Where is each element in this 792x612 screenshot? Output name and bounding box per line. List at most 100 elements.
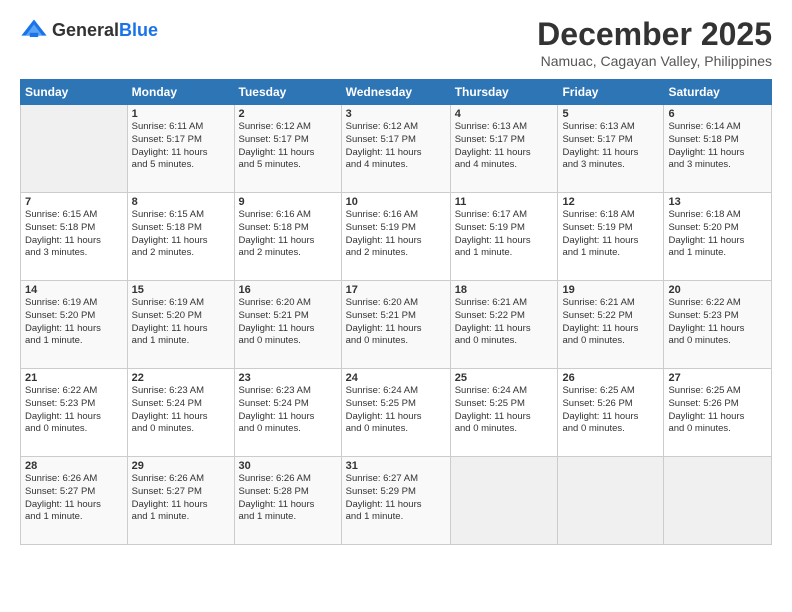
day-number: 15 <box>132 284 230 296</box>
day-number: 23 <box>239 372 337 384</box>
day-number: 3 <box>346 108 446 120</box>
calendar-cell: 11Sunrise: 6:17 AMSunset: 5:19 PMDayligh… <box>450 193 558 281</box>
calendar-header-row: Sunday Monday Tuesday Wednesday Thursday… <box>21 80 772 105</box>
day-info: Sunrise: 6:27 AMSunset: 5:29 PMDaylight:… <box>346 473 446 524</box>
day-info: Sunrise: 6:26 AMSunset: 5:27 PMDaylight:… <box>132 473 230 524</box>
day-number: 24 <box>346 372 446 384</box>
col-wednesday: Wednesday <box>341 80 450 105</box>
day-number: 29 <box>132 460 230 472</box>
day-info: Sunrise: 6:20 AMSunset: 5:21 PMDaylight:… <box>239 297 337 348</box>
day-info: Sunrise: 6:26 AMSunset: 5:28 PMDaylight:… <box>239 473 337 524</box>
day-info: Sunrise: 6:17 AMSunset: 5:19 PMDaylight:… <box>455 209 554 260</box>
col-friday: Friday <box>558 80 664 105</box>
calendar-cell <box>664 457 772 545</box>
day-info: Sunrise: 6:23 AMSunset: 5:24 PMDaylight:… <box>132 385 230 436</box>
day-number: 1 <box>132 108 230 120</box>
day-info: Sunrise: 6:18 AMSunset: 5:20 PMDaylight:… <box>668 209 767 260</box>
month-title: December 2025 <box>537 16 772 53</box>
calendar-cell <box>21 105 128 193</box>
day-number: 14 <box>25 284 123 296</box>
day-info: Sunrise: 6:23 AMSunset: 5:24 PMDaylight:… <box>239 385 337 436</box>
calendar-cell: 12Sunrise: 6:18 AMSunset: 5:19 PMDayligh… <box>558 193 664 281</box>
day-number: 31 <box>346 460 446 472</box>
calendar-cell: 24Sunrise: 6:24 AMSunset: 5:25 PMDayligh… <box>341 369 450 457</box>
day-info: Sunrise: 6:22 AMSunset: 5:23 PMDaylight:… <box>25 385 123 436</box>
title-block: December 2025 Namuac, Cagayan Valley, Ph… <box>537 16 772 69</box>
day-info: Sunrise: 6:12 AMSunset: 5:17 PMDaylight:… <box>346 121 446 172</box>
day-number: 9 <box>239 196 337 208</box>
day-number: 25 <box>455 372 554 384</box>
calendar-cell: 7Sunrise: 6:15 AMSunset: 5:18 PMDaylight… <box>21 193 128 281</box>
col-sunday: Sunday <box>21 80 128 105</box>
calendar-cell: 26Sunrise: 6:25 AMSunset: 5:26 PMDayligh… <box>558 369 664 457</box>
day-info: Sunrise: 6:16 AMSunset: 5:19 PMDaylight:… <box>346 209 446 260</box>
calendar-cell: 29Sunrise: 6:26 AMSunset: 5:27 PMDayligh… <box>127 457 234 545</box>
logo-text: GeneralBlue <box>52 20 158 41</box>
calendar-cell: 20Sunrise: 6:22 AMSunset: 5:23 PMDayligh… <box>664 281 772 369</box>
day-info: Sunrise: 6:11 AMSunset: 5:17 PMDaylight:… <box>132 121 230 172</box>
logo-icon <box>20 16 48 44</box>
day-info: Sunrise: 6:21 AMSunset: 5:22 PMDaylight:… <box>455 297 554 348</box>
day-number: 21 <box>25 372 123 384</box>
day-info: Sunrise: 6:24 AMSunset: 5:25 PMDaylight:… <box>455 385 554 436</box>
calendar-cell <box>450 457 558 545</box>
logo: GeneralBlue <box>20 16 158 44</box>
calendar-cell: 9Sunrise: 6:16 AMSunset: 5:18 PMDaylight… <box>234 193 341 281</box>
col-saturday: Saturday <box>664 80 772 105</box>
calendar-cell <box>558 457 664 545</box>
day-number: 7 <box>25 196 123 208</box>
calendar-week-5: 28 Sunrise: 6:26 AMSunset: 5:27 PMDayligh… <box>21 457 772 545</box>
calendar-week-4: 21Sunrise: 6:22 AMSunset: 5:23 PMDayligh… <box>21 369 772 457</box>
day-number: 30 <box>239 460 337 472</box>
calendar-cell: 23Sunrise: 6:23 AMSunset: 5:24 PMDayligh… <box>234 369 341 457</box>
calendar-week-2: 7Sunrise: 6:15 AMSunset: 5:18 PMDaylight… <box>21 193 772 281</box>
day-info: Sunrise: 6:13 AMSunset: 5:17 PMDaylight:… <box>455 121 554 172</box>
logo-general: General <box>52 20 119 40</box>
day-info: Sunrise: 6:25 AMSunset: 5:26 PMDaylight:… <box>668 385 767 436</box>
calendar-cell: 16Sunrise: 6:20 AMSunset: 5:21 PMDayligh… <box>234 281 341 369</box>
day-number: 8 <box>132 196 230 208</box>
day-number: 5 <box>562 108 659 120</box>
day-number: 19 <box>562 284 659 296</box>
calendar-cell: 27Sunrise: 6:25 AMSunset: 5:26 PMDayligh… <box>664 369 772 457</box>
day-number: 13 <box>668 196 767 208</box>
calendar-cell: 17Sunrise: 6:20 AMSunset: 5:21 PMDayligh… <box>341 281 450 369</box>
calendar-cell: 21Sunrise: 6:22 AMSunset: 5:23 PMDayligh… <box>21 369 128 457</box>
day-info: Sunrise: 6:15 AMSunset: 5:18 PMDaylight:… <box>25 209 123 260</box>
day-number: 22 <box>132 372 230 384</box>
col-tuesday: Tuesday <box>234 80 341 105</box>
calendar-cell: 31Sunrise: 6:27 AMSunset: 5:29 PMDayligh… <box>341 457 450 545</box>
day-info: Sunrise: 6:15 AMSunset: 5:18 PMDaylight:… <box>132 209 230 260</box>
calendar-cell: 14Sunrise: 6:19 AMSunset: 5:20 PMDayligh… <box>21 281 128 369</box>
day-info: Sunrise: 6:24 AMSunset: 5:25 PMDaylight:… <box>346 385 446 436</box>
day-number: 28 <box>25 460 123 472</box>
day-info: Sunrise: 6:12 AMSunset: 5:17 PMDaylight:… <box>239 121 337 172</box>
calendar-table: Sunday Monday Tuesday Wednesday Thursday… <box>20 79 772 545</box>
calendar-cell: 10Sunrise: 6:16 AMSunset: 5:19 PMDayligh… <box>341 193 450 281</box>
col-thursday: Thursday <box>450 80 558 105</box>
day-number: 16 <box>239 284 337 296</box>
day-info: Sunrise: 6:19 AMSunset: 5:20 PMDaylight:… <box>132 297 230 348</box>
calendar-cell: 4Sunrise: 6:13 AMSunset: 5:17 PMDaylight… <box>450 105 558 193</box>
calendar-cell: 30Sunrise: 6:26 AMSunset: 5:28 PMDayligh… <box>234 457 341 545</box>
calendar-cell: 28Sunrise: 6:26 AMSunset: 5:27 PMDayligh… <box>21 457 128 545</box>
day-number: 2 <box>239 108 337 120</box>
day-info: Sunrise: 6:16 AMSunset: 5:18 PMDaylight:… <box>239 209 337 260</box>
calendar-cell: 18Sunrise: 6:21 AMSunset: 5:22 PMDayligh… <box>450 281 558 369</box>
calendar-cell: 25Sunrise: 6:24 AMSunset: 5:25 PMDayligh… <box>450 369 558 457</box>
calendar-cell: 3Sunrise: 6:12 AMSunset: 5:17 PMDaylight… <box>341 105 450 193</box>
day-number: 12 <box>562 196 659 208</box>
calendar-cell: 13Sunrise: 6:18 AMSunset: 5:20 PMDayligh… <box>664 193 772 281</box>
day-info: Sunrise: 6:14 AMSunset: 5:18 PMDaylight:… <box>668 121 767 172</box>
calendar-cell: 6Sunrise: 6:14 AMSunset: 5:18 PMDaylight… <box>664 105 772 193</box>
day-number: 11 <box>455 196 554 208</box>
calendar-cell: 1Sunrise: 6:11 AMSunset: 5:17 PMDaylight… <box>127 105 234 193</box>
calendar-cell: 22Sunrise: 6:23 AMSunset: 5:24 PMDayligh… <box>127 369 234 457</box>
day-info: Sunrise: 6:25 AMSunset: 5:26 PMDaylight:… <box>562 385 659 436</box>
col-monday: Monday <box>127 80 234 105</box>
day-number: 20 <box>668 284 767 296</box>
calendar-cell: 8Sunrise: 6:15 AMSunset: 5:18 PMDaylight… <box>127 193 234 281</box>
day-number: 26 <box>562 372 659 384</box>
day-info: Sunrise: 6:20 AMSunset: 5:21 PMDaylight:… <box>346 297 446 348</box>
calendar-cell: 15Sunrise: 6:19 AMSunset: 5:20 PMDayligh… <box>127 281 234 369</box>
